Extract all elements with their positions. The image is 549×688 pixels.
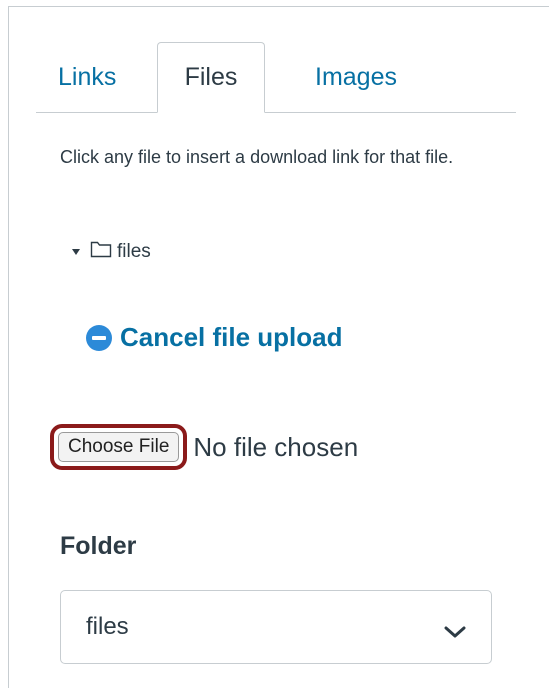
instructions-text: Click any file to insert a download link… xyxy=(60,147,454,167)
highlight-outline: Choose File xyxy=(50,424,188,470)
tab-links[interactable]: Links xyxy=(36,42,156,112)
chevron-down-icon xyxy=(443,619,467,647)
folder-label: Folder xyxy=(60,532,137,560)
file-status-text: No file chosen xyxy=(193,431,359,462)
tab-bar: Links Files Images xyxy=(36,42,516,113)
folder-select-value: files xyxy=(86,613,129,640)
folder-select[interactable]: files xyxy=(60,590,492,664)
tab-files[interactable]: Files xyxy=(157,42,265,113)
tab-images[interactable]: Images xyxy=(296,42,416,112)
cancel-upload-link[interactable]: Cancel file upload xyxy=(86,322,343,353)
caret-down-icon[interactable] xyxy=(72,249,80,255)
choose-file-button[interactable]: Choose File xyxy=(58,432,180,462)
folder-tree-item[interactable]: files xyxy=(72,236,151,268)
folder-icon xyxy=(90,240,112,264)
minus-circle-icon xyxy=(86,324,112,351)
tab-divider xyxy=(36,112,516,113)
file-input-row: Choose File No file chosen xyxy=(50,424,358,470)
folder-tree-label: files xyxy=(117,241,151,262)
cancel-upload-label: Cancel file upload xyxy=(120,322,343,352)
